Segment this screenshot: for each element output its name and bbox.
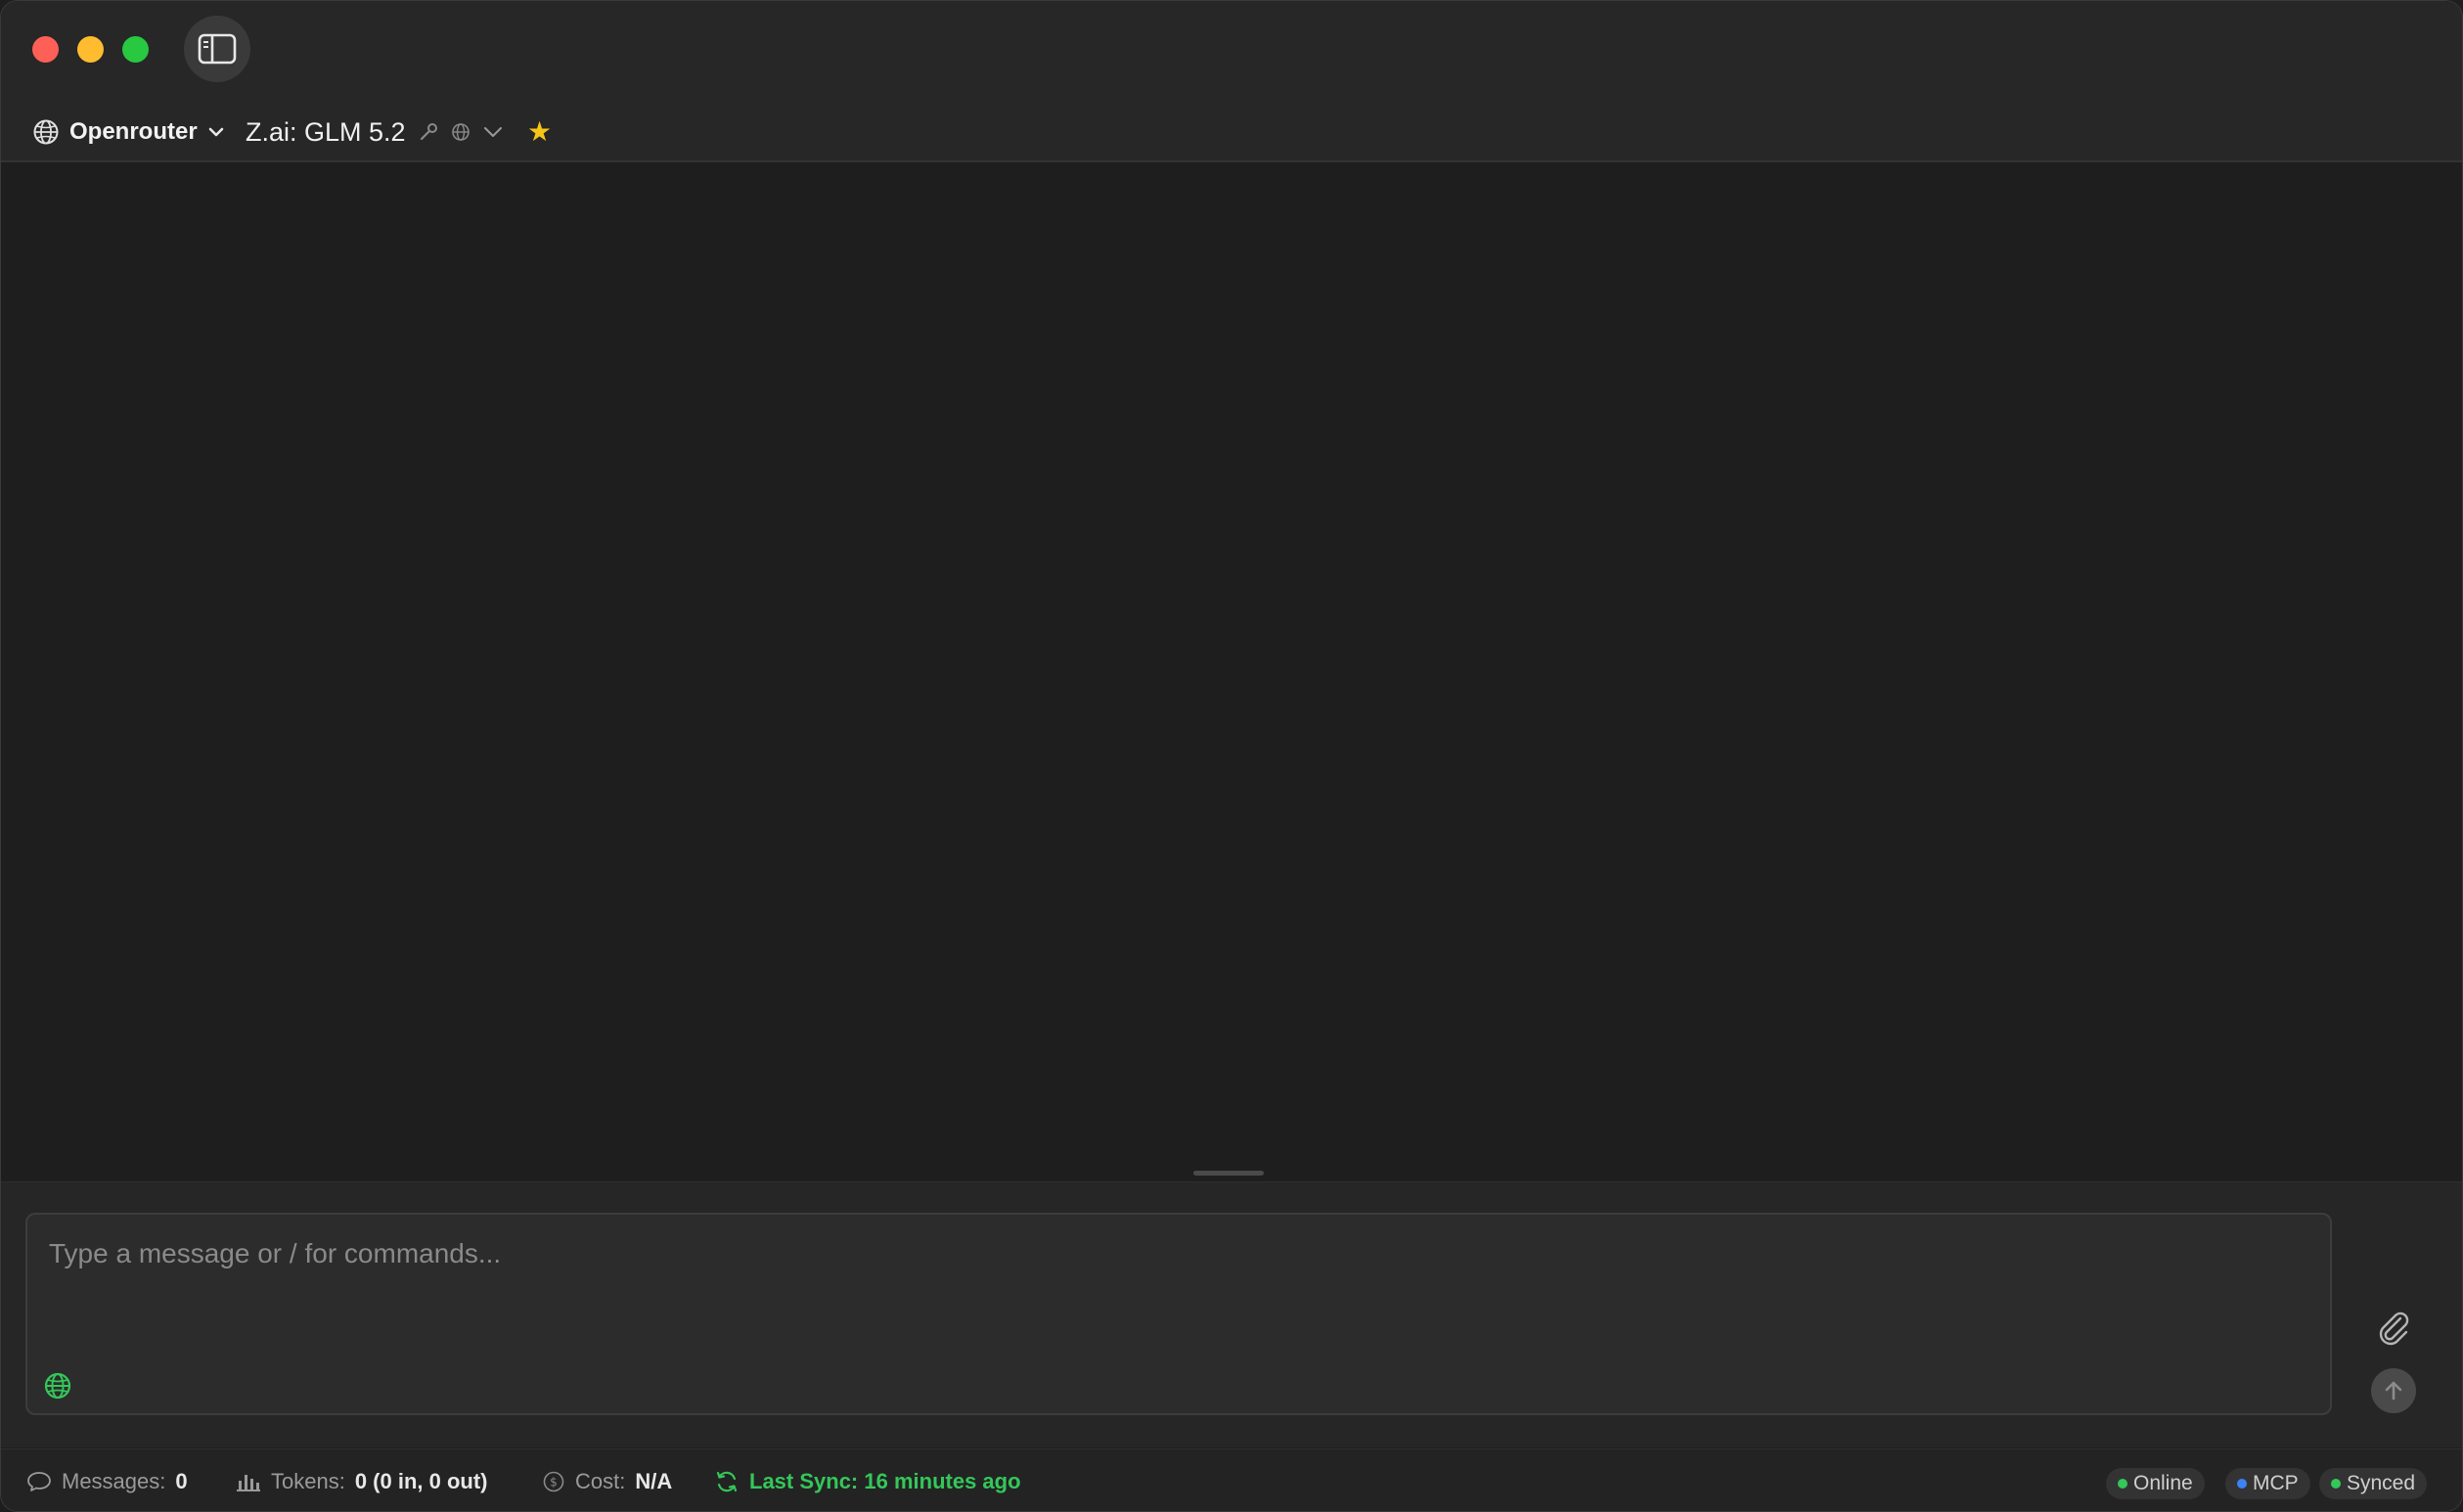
tokens-label: Tokens: (271, 1469, 345, 1493)
wrench-icon (420, 123, 437, 141)
globe-icon (451, 123, 470, 141)
synced-badge: Synced (2319, 1468, 2428, 1499)
tokens-stat: Tokens: 0 (0 in, 0 out) (236, 1449, 488, 1511)
messages-label: Messages: (62, 1469, 166, 1493)
status-dot (2331, 1479, 2341, 1489)
message-composer (25, 1213, 2332, 1415)
mcp-badge-label: MCP (2253, 1472, 2299, 1494)
arrow-up-icon (2385, 1381, 2402, 1401)
cost-value: N/A (635, 1469, 673, 1493)
globe-icon (33, 119, 59, 145)
send-button[interactable] (2371, 1368, 2416, 1413)
paperclip-icon[interactable] (2374, 1309, 2413, 1348)
chat-bubble-icon (27, 1472, 51, 1491)
dollar-coin-icon: $ (543, 1471, 564, 1492)
status-dot (2237, 1479, 2247, 1489)
cost-label: Cost: (575, 1469, 626, 1493)
messages-stat: Messages: 0 (26, 1449, 188, 1511)
refresh-icon (716, 1471, 738, 1492)
composer-resize-handle[interactable] (1193, 1171, 1264, 1176)
sidebar-toggle-button[interactable] (184, 16, 250, 82)
provider-selector[interactable]: Openrouter (32, 109, 225, 156)
maximize-window-button[interactable] (122, 36, 149, 63)
provider-label: Openrouter (69, 118, 198, 145)
svg-text:$: $ (550, 1476, 558, 1490)
model-label: Z.ai: GLM 5.2 (246, 116, 406, 147)
online-badge-label: Online (2133, 1472, 2193, 1494)
model-selector[interactable]: Z.ai: GLM 5.2 (246, 109, 504, 156)
favorite-star-icon[interactable]: ★ (527, 114, 552, 150)
chat-messages-area (1, 163, 2462, 1180)
web-search-globe-icon[interactable] (43, 1371, 72, 1401)
status-bar: Messages: 0 Tokens: 0 (0 in, 0 out) $ Co… (1, 1448, 2462, 1511)
messages-value: 0 (175, 1469, 188, 1493)
status-dot (2118, 1479, 2127, 1489)
model-toolbar: Openrouter Z.ai: GLM 5.2 ★ (1, 109, 2462, 156)
title-bar: Openrouter Z.ai: GLM 5.2 ★ (1, 1, 2462, 162)
sidebar-toggle-icon (198, 33, 237, 65)
tokens-value: 0 (0 in, 0 out) (354, 1469, 488, 1493)
online-badge: Online (2106, 1468, 2205, 1499)
last-sync-text: Last Sync: 16 minutes ago (749, 1469, 1021, 1493)
synced-badge-label: Synced (2347, 1472, 2416, 1494)
last-sync-stat[interactable]: Last Sync: 16 minutes ago (714, 1449, 1021, 1511)
app-window: Openrouter Z.ai: GLM 5.2 ★ Type a messag… (0, 0, 2463, 1512)
message-input[interactable] (49, 1232, 2299, 1275)
chevron-down-icon (208, 127, 223, 137)
close-window-button[interactable] (32, 36, 59, 63)
bar-chart-icon (237, 1475, 260, 1491)
cost-stat: $ Cost: N/A (542, 1449, 673, 1511)
mcp-badge: MCP (2225, 1468, 2310, 1499)
minimize-window-button[interactable] (77, 36, 104, 63)
chevron-down-icon (483, 127, 502, 137)
